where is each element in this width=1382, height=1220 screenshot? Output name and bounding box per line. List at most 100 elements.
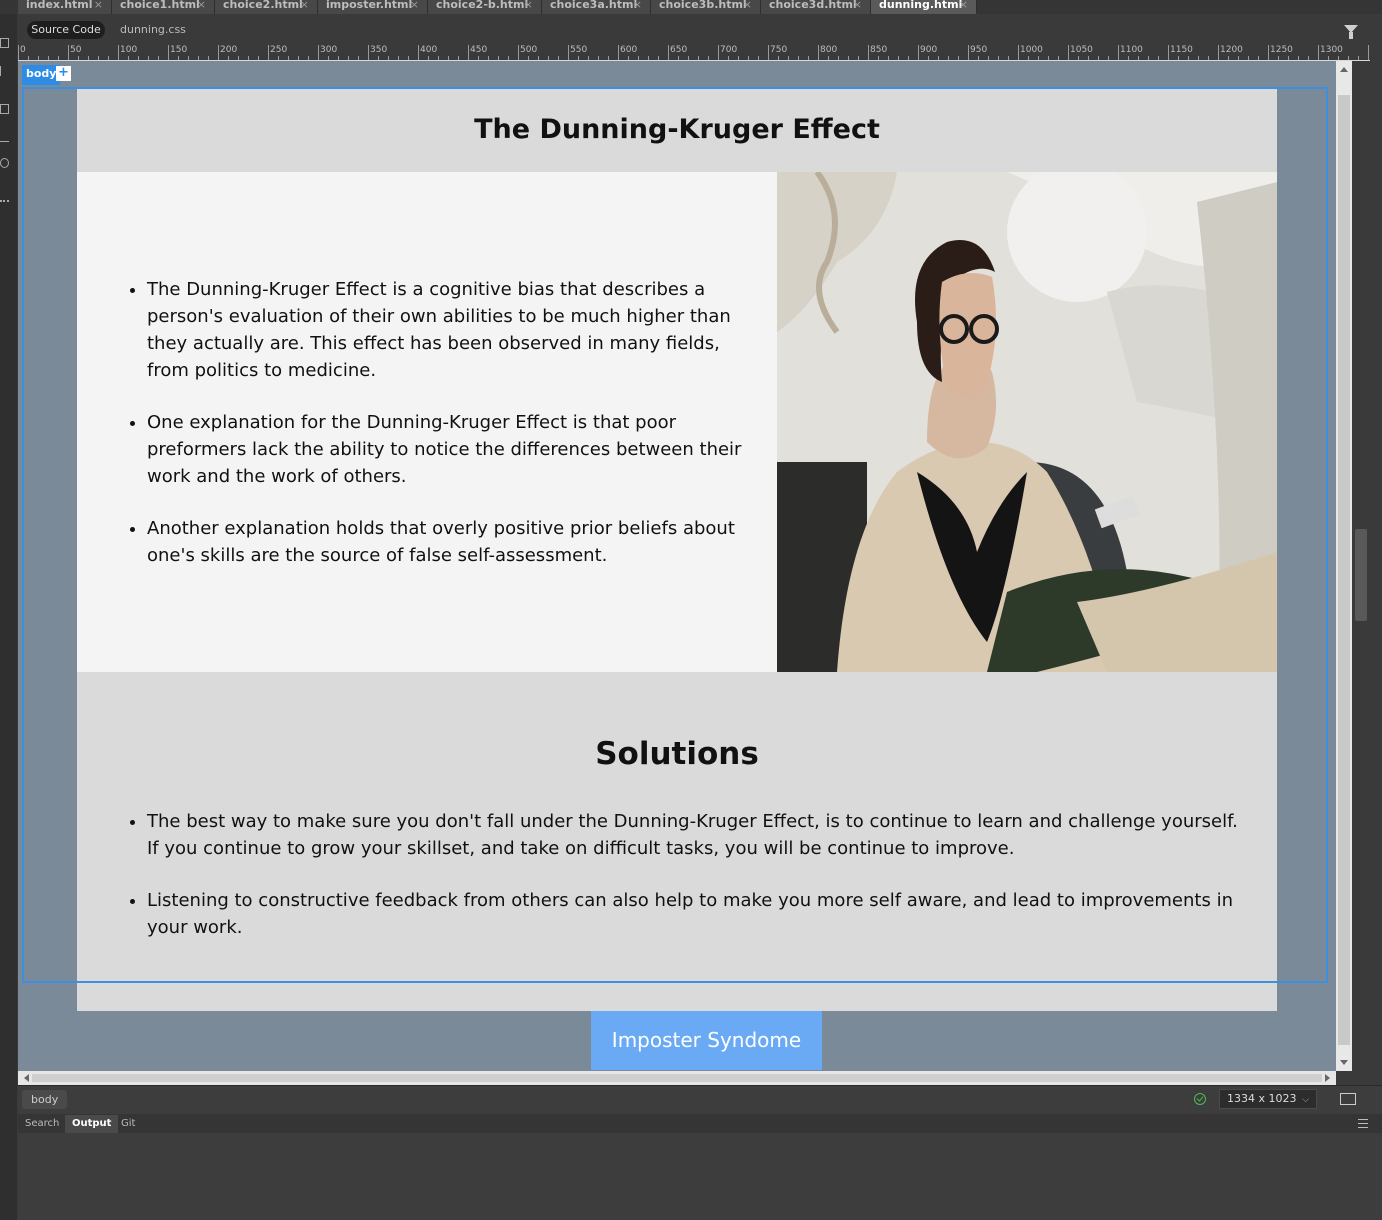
ruler-tick [428,56,429,60]
scroll-right-icon[interactable] [1325,1074,1330,1082]
ruler-label: 1200 [1220,45,1243,55]
ruler-tick [238,56,239,60]
ruler-tick [568,45,569,60]
ruler-tick [898,56,899,60]
ruler-tick [98,56,99,60]
ruler-tick [1188,56,1189,60]
ruler-tick [278,56,279,60]
device-preview-icon[interactable] [1340,1093,1356,1105]
ruler-label: 950 [970,45,988,55]
close-icon[interactable]: × [197,0,206,10]
ruler-label: 0 [20,45,26,55]
element-selection-outline [22,87,1328,983]
ruler-tick [368,45,369,60]
tab-index[interactable]: index.html × [18,0,112,14]
ruler-tick [1068,45,1069,60]
source-code-button[interactable]: Source Code [27,21,105,39]
ruler-tick [558,56,559,60]
ruler-tick [138,56,139,60]
add-element-icon[interactable]: + [56,66,71,81]
insert-icon[interactable] [0,104,9,114]
scroll-left-icon[interactable] [24,1074,29,1082]
tab-imposter[interactable]: imposter.html × [318,0,428,14]
close-icon[interactable]: × [853,0,862,10]
horizontal-ruler: 0 50 100 150 200 250 300 350 400 450 500 550 600 650 7… [18,44,1370,61]
ruler-tick [1278,56,1279,60]
scrollbar-thumb[interactable] [32,1074,1322,1082]
ruler-tick [108,56,109,60]
ruler-tick [208,56,209,60]
tag-selector-body[interactable]: body [22,1090,68,1109]
ruler-tick [988,56,989,60]
ruler-tick [1258,56,1259,60]
ruler-tick [918,45,919,60]
selected-element-tag[interactable]: body [22,65,61,85]
ruler-tick [708,56,709,60]
close-icon[interactable]: × [410,0,419,10]
file-icon[interactable] [0,38,9,48]
tab-git[interactable]: Git [114,1115,142,1133]
ruler-label: 1100 [1120,45,1143,55]
ruler-tick [388,56,389,60]
more-icon[interactable] [0,200,9,210]
close-icon[interactable]: × [633,0,642,10]
tab-output[interactable]: Output [65,1115,119,1133]
tab-choice2[interactable]: choice2.html × [215,0,318,14]
scroll-down-icon[interactable] [1340,1060,1348,1065]
tab-choice3b[interactable]: choice3b.html × [651,0,761,14]
tab-search[interactable]: Search [18,1115,66,1133]
ruler-tick [598,56,599,60]
ruler-tick [178,56,179,60]
close-icon[interactable]: × [743,0,752,10]
target-icon[interactable] [0,158,9,168]
ruler-tick [858,56,859,60]
tab-dunning[interactable]: dunning.html × [871,0,977,14]
ruler-corner [1370,44,1382,60]
ruler-tick [538,56,539,60]
ruler-tick [1348,56,1349,60]
vertical-scrollbar[interactable] [1336,61,1352,1071]
css-file-link[interactable]: dunning.css [120,21,186,39]
ruler-label: 900 [920,45,938,55]
imposter-syndrome-button[interactable]: Imposter Syndome [591,1011,822,1070]
tab-label: choice3a.html [550,0,638,11]
ruler-tick [1008,56,1009,60]
ruler-tick [408,56,409,60]
ruler-tick [1208,56,1209,60]
tab-choice1[interactable]: choice1.html × [112,0,215,14]
ruler-tick [1198,56,1199,60]
ruler-tick [478,56,479,60]
chevron-down-icon: ⌵ [1302,1095,1309,1105]
ruler-tick [1178,56,1179,60]
menu-icon[interactable] [1358,1119,1368,1128]
align-icon[interactable] [0,132,9,142]
ruler-tick [848,56,849,60]
ruler-tick [1158,56,1159,60]
status-bar: body 1334 x 1023 ⌵ [18,1085,1382,1114]
design-view[interactable]: The Dunning-Kruger Effect The Dunning-Kr… [18,61,1336,1071]
scrollbar-thumb[interactable] [1338,95,1350,1045]
scroll-up-icon[interactable] [1340,67,1348,72]
ruler-label: 350 [370,45,388,55]
close-icon[interactable]: × [959,0,968,10]
download-icon[interactable] [0,66,9,76]
ruler-tick [258,56,259,60]
tab-choice2-b[interactable]: choice2-b.html × [428,0,542,14]
ruler-tick [888,56,889,60]
tab-choice3d[interactable]: choice3d.html × [761,0,871,14]
related-files-bar: Source Code dunning.css [18,14,1382,44]
close-icon[interactable]: × [94,0,103,10]
window-size-select[interactable]: 1334 x 1023 ⌵ [1219,1089,1317,1109]
ruler-tick [88,56,89,60]
panel-scrollbar[interactable] [1352,61,1370,1071]
close-icon[interactable]: × [300,0,309,10]
filter-icon[interactable] [1344,25,1358,39]
scrollbar-thumb[interactable] [1355,529,1367,621]
close-icon[interactable]: × [524,0,533,10]
ruler-tick [128,56,129,60]
tab-label: choice3b.html [659,0,747,11]
check-circle-icon [1194,1093,1206,1105]
horizontal-scrollbar[interactable] [18,1071,1336,1085]
tab-choice3a[interactable]: choice3a.html × [542,0,651,14]
ruler-tick [1118,45,1119,60]
